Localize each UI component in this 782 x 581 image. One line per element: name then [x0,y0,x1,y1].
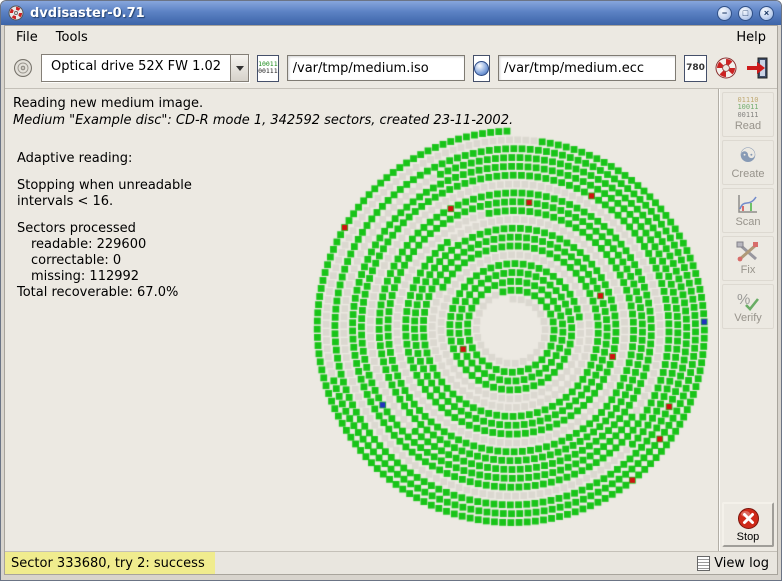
checksum-icon[interactable]: 780 [684,54,707,82]
menubar: File Tools Help [5,26,777,48]
image-file-icon: 10011 00111 [257,54,279,82]
stop-button[interactable]: Stop [722,502,774,547]
verify-icon: % [736,289,760,311]
iso-path-input[interactable] [286,55,465,81]
menu-tools[interactable]: Tools [47,28,97,47]
close-button[interactable]: × [759,5,774,21]
window-title: dvdisaster-0.71 [30,5,145,21]
missing-count: missing: 112992 [31,269,140,284]
quit-button[interactable] [745,56,769,80]
total-recoverable: Total recoverable: 67.0% [17,285,179,300]
toolbar-right-icons: 780 [684,54,769,82]
app-window: dvdisaster-0.71 − □ × File Tools Help Op… [0,0,782,581]
read-label: Read [734,120,762,133]
read-button[interactable]: 01110 10011 00111 Read [722,92,774,137]
read-icon: 01110 10011 00111 [737,95,759,119]
create-button[interactable]: ☯ Create [722,140,774,185]
stopping-line1: Stopping when unreadable [17,178,192,193]
stop-icon [737,507,759,529]
maximize-button[interactable]: □ [738,5,753,21]
ecc-file-icon [472,54,490,82]
log-icon [697,555,711,571]
disc-spiral [307,123,718,535]
main-area: Reading new medium image. Medium "Exampl… [5,89,777,551]
drive-icon [13,59,32,77]
menu-file[interactable]: File [7,28,47,47]
help-lifesaver-icon[interactable] [714,56,738,80]
chevron-down-icon[interactable] [230,55,249,81]
app-icon [8,5,24,21]
reading-info-panel: Adaptive reading: Stopping when unreadab… [17,151,192,301]
correctable-count: correctable: 0 [31,253,122,268]
sectors-processed-label: Sectors processed [17,221,136,236]
create-icon: ☯ [739,145,757,167]
fix-icon [736,241,758,262]
image-icon-digits-2: 00111 [258,67,278,75]
drive-select-value: Optical drive 52X FW 1.02 [50,59,222,74]
view-log-label: View log [714,555,769,571]
minimize-button[interactable]: − [717,5,732,21]
stop-label: Stop [736,530,760,543]
view-log-button[interactable]: View log [689,555,777,571]
scan-label: Scan [735,216,761,228]
verify-label: Verify [734,312,762,324]
drive-select[interactable]: Optical drive 52X FW 1.02 [40,54,250,82]
stopping-line2: intervals < 16. [17,194,114,209]
ecc-path-input[interactable] [498,55,676,81]
menu-help[interactable]: Help [727,28,775,47]
content-area: Reading new medium image. Medium "Exampl… [5,89,718,551]
readable-count: readable: 229600 [31,237,147,252]
toolbar: Optical drive 52X FW 1.02 10011 00111 78… [5,48,777,89]
scan-icon [738,195,757,213]
scan-button[interactable]: Scan [722,188,774,233]
status-message: Sector 333680, try 2: success [5,552,215,574]
verify-button[interactable]: % Verify [722,284,774,329]
action-sidebar: 01110 10011 00111 Read ☯ Create Scan Fix… [718,89,777,551]
status-heading: Reading new medium image. [13,96,204,111]
fix-button[interactable]: Fix [722,236,774,281]
adaptive-reading-label: Adaptive reading: [17,151,133,166]
statusbar: Sector 333680, try 2: success View log [5,551,777,574]
fix-label: Fix [740,264,756,276]
create-label: Create [731,168,765,180]
titlebar[interactable]: dvdisaster-0.71 − □ × [1,1,781,25]
window-frame: File Tools Help Optical drive 52X FW 1.0… [4,25,778,575]
